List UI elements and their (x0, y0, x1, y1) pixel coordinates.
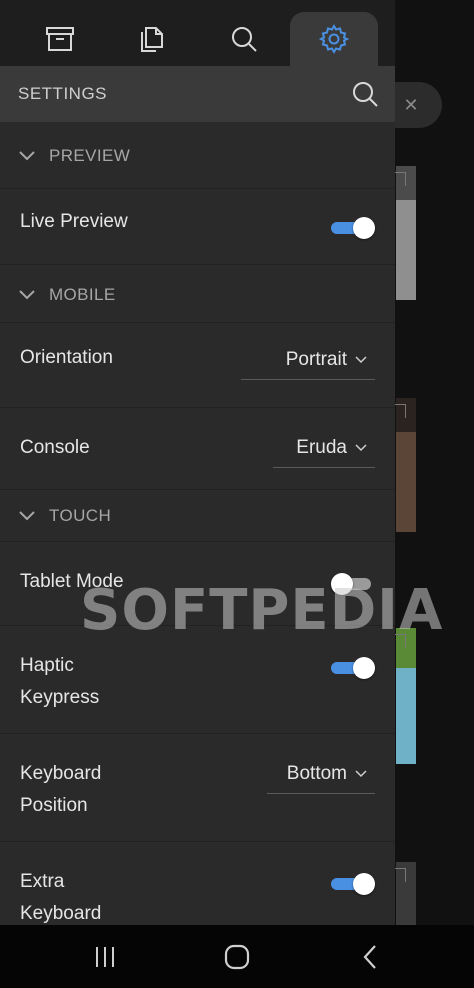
gear-icon (318, 23, 350, 55)
live-preview-toggle[interactable] (331, 216, 375, 240)
chevron-down-icon (355, 356, 367, 364)
background-card[interactable] (396, 398, 416, 532)
haptic-keypress-toggle[interactable] (331, 656, 375, 680)
setting-label: Console (20, 437, 90, 458)
documents-icon (141, 27, 163, 52)
row-console: Console Eruda (0, 408, 395, 490)
select-value: Portrait (285, 348, 347, 370)
keyboard-position-select[interactable]: Bottom (267, 754, 375, 794)
tab-documents[interactable] (108, 12, 196, 66)
settings-list: PREVIEW Live Preview MOBILE Orientation … (0, 122, 395, 925)
recent-apps-icon[interactable] (89, 941, 121, 973)
section-title: MOBILE (49, 285, 116, 304)
setting-label: Position (20, 795, 88, 816)
bookmark-icon (394, 868, 406, 882)
console-select[interactable]: Eruda (273, 428, 375, 468)
page-title: SETTINGS (18, 84, 108, 103)
orientation-select[interactable]: Portrait (241, 340, 375, 380)
setting-label: Keyboard (20, 763, 102, 784)
extra-keyboard-toggle[interactable] (331, 872, 375, 896)
settings-header: SETTINGS (0, 66, 395, 122)
bookmark-icon (394, 172, 406, 186)
search-icon[interactable] (351, 80, 379, 108)
background-card[interactable] (396, 166, 416, 300)
row-keyboard-position: Keyboard Position Bottom (0, 734, 395, 842)
section-title: PREVIEW (49, 146, 131, 165)
settings-drawer: SETTINGS PREVIEW Live Preview MOBILE Ori… (0, 0, 395, 925)
chevron-down-icon (19, 511, 35, 521)
select-value: Bottom (286, 762, 347, 784)
section-preview[interactable]: PREVIEW (0, 122, 395, 189)
search-icon (232, 27, 257, 52)
setting-label: Live Preview (20, 211, 128, 232)
row-extra-keyboard: Extra Keyboard (0, 842, 395, 925)
section-mobile[interactable]: MOBILE (0, 265, 395, 323)
row-live-preview: Live Preview (0, 189, 395, 265)
section-title: TOUCH (49, 506, 112, 525)
setting-label: Extra (20, 871, 65, 892)
setting-label: Orientation (20, 347, 113, 368)
setting-label: Keyboard (20, 903, 102, 924)
bookmark-icon (394, 404, 406, 418)
tab-search[interactable] (200, 12, 288, 66)
row-orientation: Orientation Portrait (0, 323, 395, 408)
archive-icon (46, 27, 74, 51)
chevron-down-icon (19, 290, 35, 300)
setting-label: Keypress (20, 687, 100, 708)
close-icon[interactable]: ✕ (398, 92, 424, 118)
tab-archive[interactable] (16, 12, 104, 66)
setting-label: Haptic (20, 655, 74, 676)
chevron-down-icon (355, 444, 367, 452)
chevron-down-icon (19, 151, 35, 161)
back-icon[interactable] (354, 941, 386, 973)
watermark: SOFTPEDIA (80, 578, 444, 643)
background-card[interactable] (396, 628, 416, 764)
section-touch[interactable]: TOUCH (0, 490, 395, 542)
select-value: Eruda (296, 436, 347, 458)
chevron-down-icon (355, 770, 367, 778)
tab-settings[interactable] (290, 12, 378, 66)
home-icon[interactable] (221, 941, 253, 973)
system-navigation-bar (0, 925, 474, 988)
drawer-tab-bar (0, 0, 395, 66)
